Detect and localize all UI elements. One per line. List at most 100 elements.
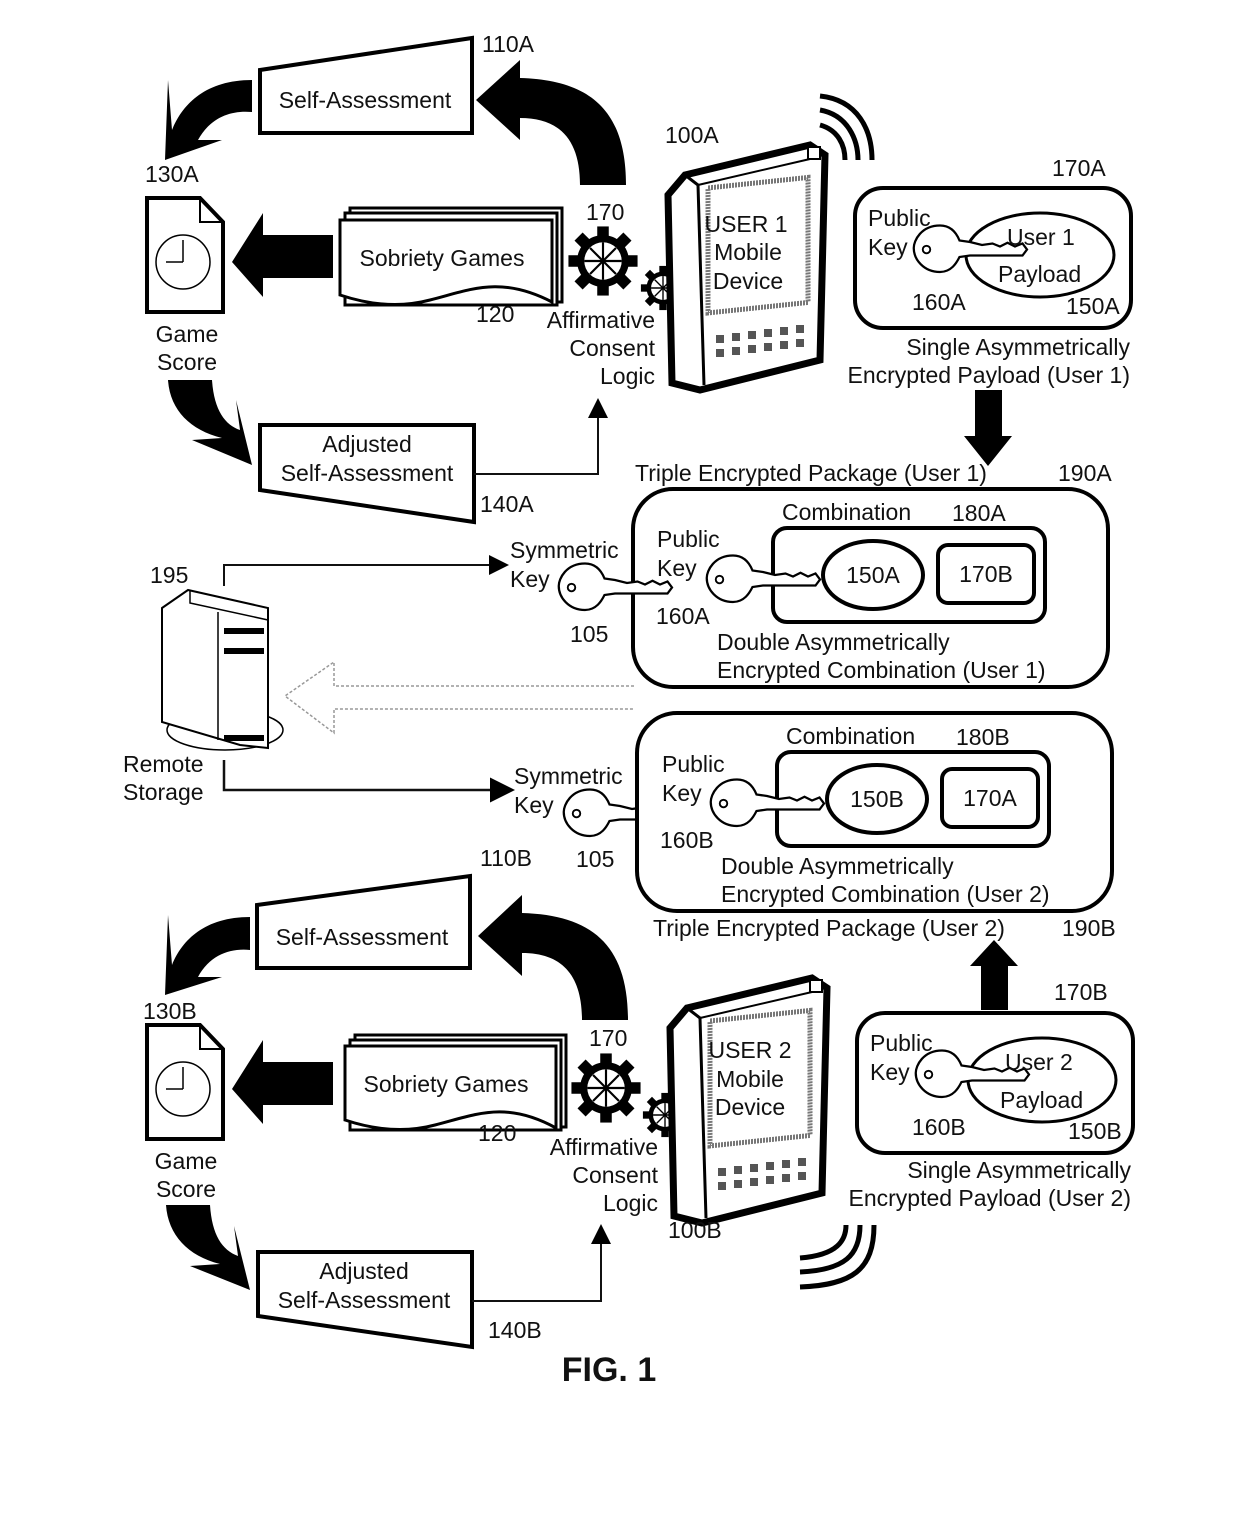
payload-label: User 1 xyxy=(1007,224,1075,250)
arrow-left-icon xyxy=(232,213,333,297)
triple-package-label: Triple Encrypted Package (User 1) xyxy=(635,460,987,486)
device-ref: 100B xyxy=(668,1217,722,1243)
device-label: USER 1 xyxy=(704,211,787,237)
triple-package-ref: 190B xyxy=(1062,915,1116,941)
combination-label: Combination xyxy=(786,723,915,749)
arrow-down-icon xyxy=(964,390,1012,466)
sobriety-games-ref: 120 xyxy=(476,301,514,327)
adjusted-label: Adjusted xyxy=(319,1258,409,1284)
symmetric-key-ref: 105 xyxy=(576,846,614,872)
device-label: USER 2 xyxy=(708,1037,791,1063)
arrow-left-icon xyxy=(232,1040,333,1124)
public-key-label: Key xyxy=(868,234,908,260)
combination-item: 170B xyxy=(959,561,1013,587)
curved-arrow-icon xyxy=(165,915,250,995)
sobriety-games-ref: 120 xyxy=(478,1120,516,1146)
double-caption: Encrypted Combination (User 1) xyxy=(717,657,1046,683)
triple-package-ref: 190A xyxy=(1058,460,1112,486)
curved-arrow-icon xyxy=(168,380,252,465)
adjusted-label: Self-Assessment xyxy=(281,460,454,486)
payload-ref: 150A xyxy=(1066,293,1120,319)
single-payload-ref: 170A xyxy=(1052,155,1106,181)
arrow-up-icon xyxy=(970,940,1018,1010)
public-key-label: Public xyxy=(657,526,720,552)
hollow-arrow-left-icon xyxy=(283,660,634,735)
triple-package-user-2: Combination 180B 150B 170A Public Key 16… xyxy=(635,711,1116,941)
adjusted-label: Self-Assessment xyxy=(278,1287,451,1313)
curved-arrow-icon xyxy=(476,60,626,185)
remote-storage-label: Remote xyxy=(123,751,204,777)
triple-package-label: Triple Encrypted Package (User 2) xyxy=(653,915,1005,941)
single-payload-caption: Single Asymmetrically xyxy=(906,334,1130,360)
sobriety-games-label: Sobriety Games xyxy=(364,1071,529,1097)
double-caption: Encrypted Combination (User 2) xyxy=(721,881,1050,907)
public-key-ref: 160A xyxy=(912,289,966,315)
consent-label: Logic xyxy=(603,1190,658,1216)
curved-arrow-icon xyxy=(165,80,252,160)
combination-label: Combination xyxy=(782,499,911,525)
single-payload-caption: Encrypted Payload (User 2) xyxy=(848,1185,1131,1211)
payload-label: Payload xyxy=(998,261,1081,287)
public-key-ref: 160B xyxy=(660,827,714,853)
symmetric-key-ref: 105 xyxy=(570,621,608,647)
double-caption: Double Asymmetrically xyxy=(717,629,950,655)
single-payload-caption: Encrypted Payload (User 1) xyxy=(847,362,1130,388)
game-score-label: Score xyxy=(157,349,217,375)
combination-item: 150A xyxy=(846,562,900,588)
consent-label: Logic xyxy=(600,363,655,389)
public-key-label: Public xyxy=(662,751,725,777)
self-assessment-label: Self-Assessment xyxy=(276,924,449,950)
wireless-signal-icon xyxy=(799,1224,877,1290)
sobriety-games-label: Sobriety Games xyxy=(360,245,525,271)
consent-label: Consent xyxy=(572,1162,658,1188)
symmetric-key-label: Symmetric xyxy=(510,537,619,563)
consent-label: Affirmative xyxy=(547,307,655,333)
consent-ref: 170 xyxy=(589,1025,627,1051)
public-key-ref: 160B xyxy=(912,1114,966,1140)
public-key-label: Key xyxy=(657,555,697,581)
payload-label: User 2 xyxy=(1005,1049,1073,1075)
public-key-label: Public xyxy=(868,205,931,231)
symmetric-key-label: Symmetric xyxy=(514,763,623,789)
payload-ref: 150B xyxy=(1068,1118,1122,1144)
triple-package-user-1: Triple Encrypted Package (User 1) 190A C… xyxy=(631,460,1112,689)
public-key-label: Public xyxy=(870,1030,933,1056)
symmetric-key-label: Key xyxy=(510,566,550,592)
self-assessment-box xyxy=(255,873,472,970)
self-assessment-ref: 110B xyxy=(480,845,532,871)
server-icon xyxy=(161,588,269,750)
game-score-ref: 130B xyxy=(143,998,197,1024)
remote-storage-label: Storage xyxy=(123,779,204,805)
device-label: Device xyxy=(715,1094,785,1120)
self-assessment-box xyxy=(258,35,474,135)
game-score-label: Game xyxy=(156,321,219,347)
device-label: Mobile xyxy=(716,1066,784,1092)
game-score-label: Game xyxy=(155,1148,218,1174)
wireless-signal-icon xyxy=(819,93,875,161)
combination-ref: 180A xyxy=(952,500,1006,526)
self-assessment-label: Self-Assessment xyxy=(279,87,452,113)
user-1-section: Self-Assessment 110A 130A Game Score Sob… xyxy=(145,31,1133,525)
adjusted-ref: 140B xyxy=(488,1317,542,1343)
public-key-label: Key xyxy=(870,1059,910,1085)
single-payload-ref: 170B xyxy=(1054,979,1108,1005)
consent-label: Affirmative xyxy=(550,1134,658,1160)
adjusted-label: Adjusted xyxy=(322,431,412,457)
gear-icon xyxy=(567,225,639,297)
combination-item: 170A xyxy=(963,785,1017,811)
patent-figure: Self-Assessment 110A 130A Game Score Sob… xyxy=(123,31,1135,1389)
public-key-ref: 160A xyxy=(656,603,710,629)
self-assessment-ref: 110A xyxy=(482,31,535,57)
device-ref: 100A xyxy=(665,122,719,148)
gear-icon xyxy=(570,1052,642,1124)
game-score-ref: 130A xyxy=(145,161,199,187)
public-key-label: Key xyxy=(662,780,702,806)
device-label: Mobile xyxy=(714,239,782,265)
symmetric-key-label: Key xyxy=(514,792,554,818)
single-payload-caption: Single Asymmetrically xyxy=(907,1157,1131,1183)
game-score-label: Score xyxy=(156,1176,216,1202)
double-caption: Double Asymmetrically xyxy=(721,853,954,879)
combination-item: 150B xyxy=(850,786,904,812)
curved-arrow-icon xyxy=(166,1205,250,1290)
device-label: Device xyxy=(713,268,783,294)
